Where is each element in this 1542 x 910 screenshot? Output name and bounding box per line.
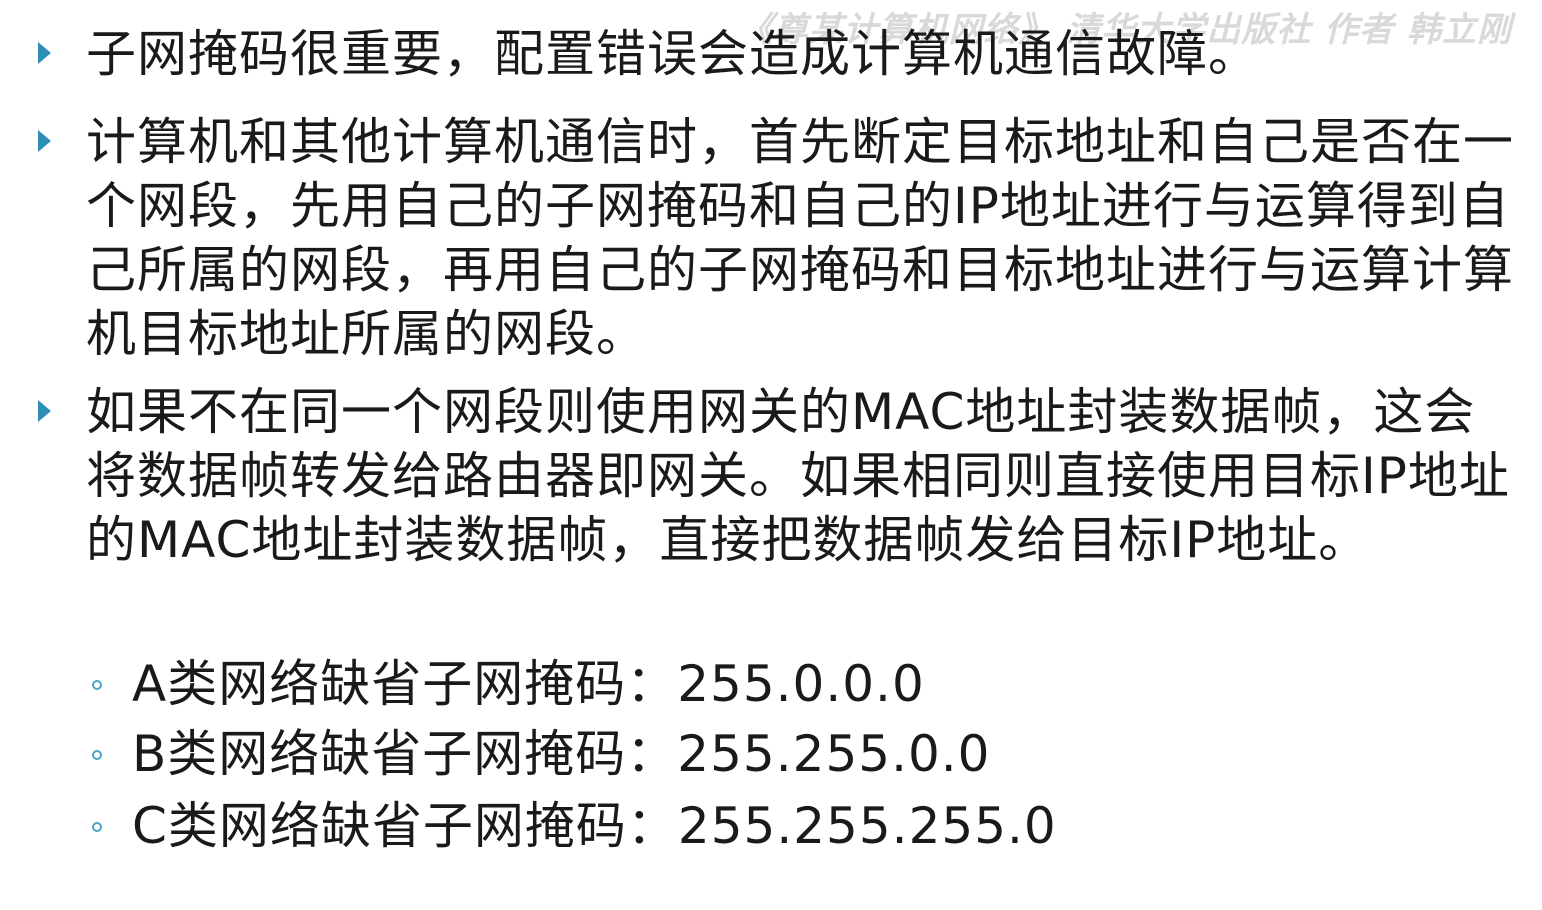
- triangle-bullet-icon: [38, 130, 51, 152]
- bullet-item-2: 计算机和其他计算机通信时，首先断定目标地址和自己是否在一个网段，先用自己的子网掩…: [38, 110, 1516, 366]
- bullet-text: 子网掩码很重要，配置错误会造成计算机通信故障。: [86, 25, 1259, 83]
- circle-bullet-icon: [92, 680, 102, 690]
- subitem-text: A类网络缺省子网掩码：255.0.0.0: [132, 655, 925, 713]
- subitem-text: C类网络缺省子网掩码：255.255.255.0: [132, 797, 1057, 855]
- subitem-class-a: A类网络缺省子网掩码：255.0.0.0: [92, 652, 925, 716]
- triangle-bullet-icon: [38, 400, 51, 422]
- slide: 《尊某计算机网络》 清华大学出版社 作者 韩立刚 子网掩码很重要，配置错误会造成…: [0, 0, 1542, 910]
- triangle-bullet-icon: [38, 42, 51, 64]
- subitem-class-c: C类网络缺省子网掩码：255.255.255.0: [92, 794, 1057, 858]
- bullet-item-3: 如果不在同一个网段则使用网关的MAC地址封装数据帧，这会将数据帧转发给路由器即网…: [38, 380, 1516, 572]
- circle-bullet-icon: [92, 750, 102, 760]
- bullet-text: 计算机和其他计算机通信时，首先断定目标地址和自己是否在一个网段，先用自己的子网掩…: [86, 113, 1514, 363]
- subitem-class-b: B类网络缺省子网掩码：255.255.0.0: [92, 722, 991, 786]
- bullet-item-1: 子网掩码很重要，配置错误会造成计算机通信故障。: [38, 22, 1516, 86]
- circle-bullet-icon: [92, 822, 102, 832]
- subitem-text: B类网络缺省子网掩码：255.255.0.0: [132, 725, 991, 783]
- bullet-text: 如果不在同一个网段则使用网关的MAC地址封装数据帧，这会将数据帧转发给路由器即网…: [86, 383, 1510, 569]
